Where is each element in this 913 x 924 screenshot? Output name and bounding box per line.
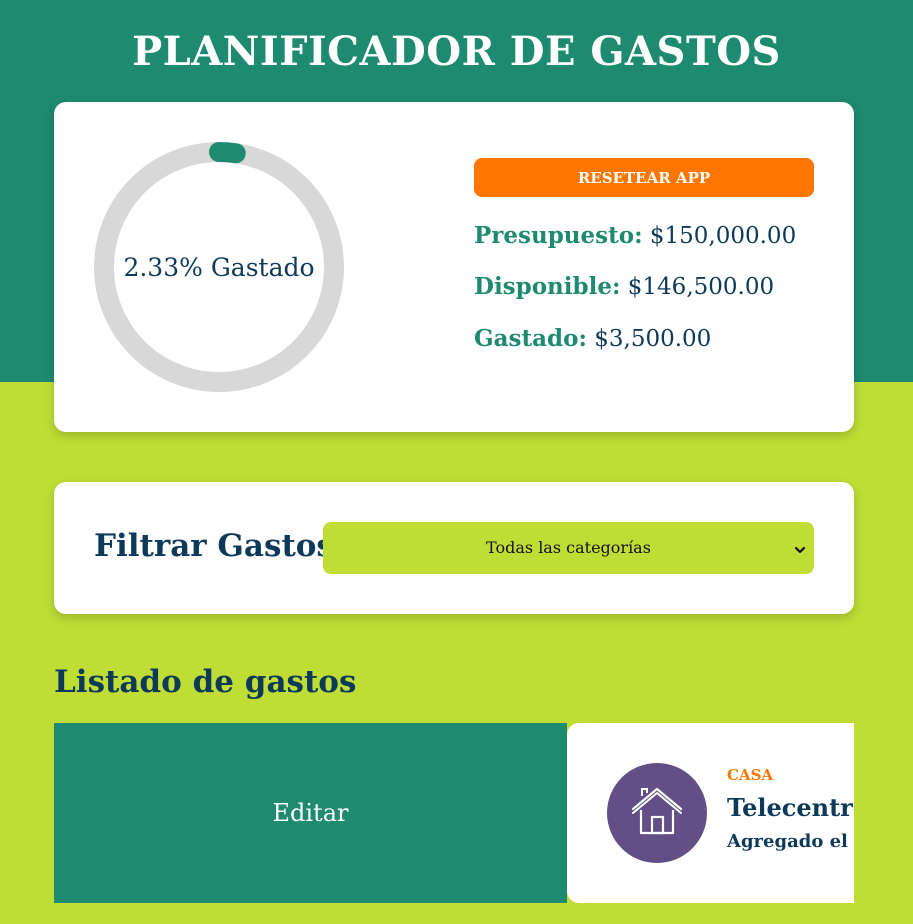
budget-available: Disponible: $146,500.00 [474,273,774,300]
budget-total-value: $150,000.00 [649,223,797,249]
edit-expense-button[interactable]: Editar [54,723,567,903]
budget-available-label: Disponible: [474,273,621,300]
category-filter-value: Todas las categorías [486,538,651,557]
filter-card: Filtrar Gastos Todas las categorías [54,482,854,614]
budget-total-label: Presupuesto: [474,222,643,249]
expense-item[interactable]: CASA Telecentro Agregado el día [567,723,854,903]
budget-spent-label: Gastado: [474,325,587,352]
progress-label: 2.33% Gastado [123,252,315,282]
expense-name: Telecentro [727,793,854,822]
expense-list-title: Listado de gastos [54,664,357,700]
expense-date: Agregado el día [727,831,854,852]
category-avatar [607,763,707,863]
category-filter-select[interactable]: Todas las categorías [323,522,814,574]
house-icon [631,787,683,835]
budget-total: Presupuesto: $150,000.00 [474,222,796,249]
budget-spent-value: $3,500.00 [594,326,712,352]
filter-label: Filtrar Gastos [94,528,334,564]
expense-category: CASA [727,766,774,784]
budget-available-value: $146,500.00 [627,274,775,300]
expense-swipe-row: Editar CASA Telecentro Agregado el día [54,723,854,903]
app-title: PLANIFICADOR DE GASTOS [132,28,781,75]
chevron-down-icon [794,541,806,560]
budget-spent: Gastado: $3,500.00 [474,325,711,352]
budget-card: 2.33% Gastado RESETEAR APP Presupuesto: … [54,102,854,432]
budget-progress-ring: 2.33% Gastado [94,142,344,392]
reset-app-button[interactable]: RESETEAR APP [474,158,814,197]
